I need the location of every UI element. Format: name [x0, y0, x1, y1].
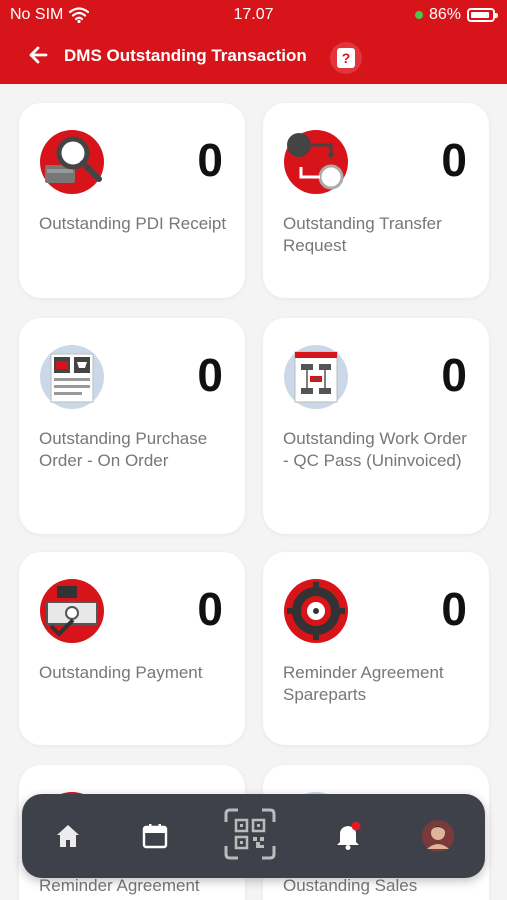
bottom-navigation — [22, 794, 485, 878]
home-icon — [57, 825, 79, 847]
count-value: 0 — [197, 134, 223, 186]
card-label: Outstanding Purchase Order - On Order — [39, 429, 208, 470]
battery-percent: 86% — [428, 6, 461, 23]
help-icon: ? — [337, 48, 355, 68]
help-button[interactable]: ? — [330, 42, 362, 74]
card-label: Outstanding Payment — [39, 663, 203, 682]
spareparts-icon — [284, 579, 348, 643]
nav-qr-scan[interactable] — [222, 806, 278, 862]
back-arrow-icon[interactable] — [24, 40, 54, 70]
battery-icon — [467, 8, 498, 22]
nav-home[interactable] — [44, 812, 92, 860]
header: No SIM 17.07 86% DMS Outstanding Transac… — [0, 0, 507, 84]
card-outstanding-payment[interactable]: 0 Outstanding Payment — [19, 552, 245, 745]
qr-code-icon — [224, 808, 276, 860]
card-reminder-agreement-spareparts[interactable]: 0 Reminder Agreement Spareparts — [263, 552, 489, 745]
calendar-icon — [142, 824, 168, 849]
card-label: Reminder Agreement Spareparts — [283, 663, 444, 704]
count-value: 0 — [197, 583, 223, 635]
work-order-icon — [284, 345, 348, 409]
purchase-order-icon — [40, 345, 104, 409]
card-label: Outstanding PDI Receipt — [39, 214, 227, 233]
card-label: Oustanding Sales — [283, 876, 418, 895]
profile-avatar — [422, 820, 454, 852]
count-value: 0 — [441, 134, 467, 186]
count-value: 0 — [441, 583, 467, 635]
card-label: Outstanding Transfer Request — [283, 214, 442, 255]
card-outstanding-purchase-order[interactable]: 0 Outstanding Purchase Order - On Order — [19, 318, 245, 534]
card-outstanding-work-order[interactable]: 0 Outstanding Work Order - QC Pass (Unin… — [263, 318, 489, 534]
transfer-request-icon — [284, 130, 348, 194]
payment-icon — [40, 579, 104, 643]
card-outstanding-pdi-receipt[interactable]: 0 Outstanding PDI Receipt — [19, 103, 245, 298]
status-right: 86% — [414, 6, 498, 24]
page-title: DMS Outstanding Transaction — [64, 46, 307, 65]
status-bar: No SIM 17.07 86% — [0, 0, 507, 30]
card-label: Reminder Agreement — [39, 876, 200, 895]
location-indicator — [414, 11, 423, 19]
count-value: 0 — [197, 349, 223, 401]
nav-calendar[interactable] — [131, 812, 179, 860]
nav-profile[interactable] — [414, 812, 462, 860]
card-outstanding-transfer-request[interactable]: 0 Outstanding Transfer Request — [263, 103, 489, 298]
pdi-receipt-icon — [40, 130, 104, 194]
app-bar: DMS Outstanding Transaction ? — [0, 34, 507, 78]
card-label: Outstanding Work Order - QC Pass (Uninvo… — [283, 429, 467, 470]
count-value: 0 — [441, 349, 467, 401]
notification-bell-icon — [337, 821, 361, 850]
nav-notifications[interactable] — [324, 812, 372, 860]
